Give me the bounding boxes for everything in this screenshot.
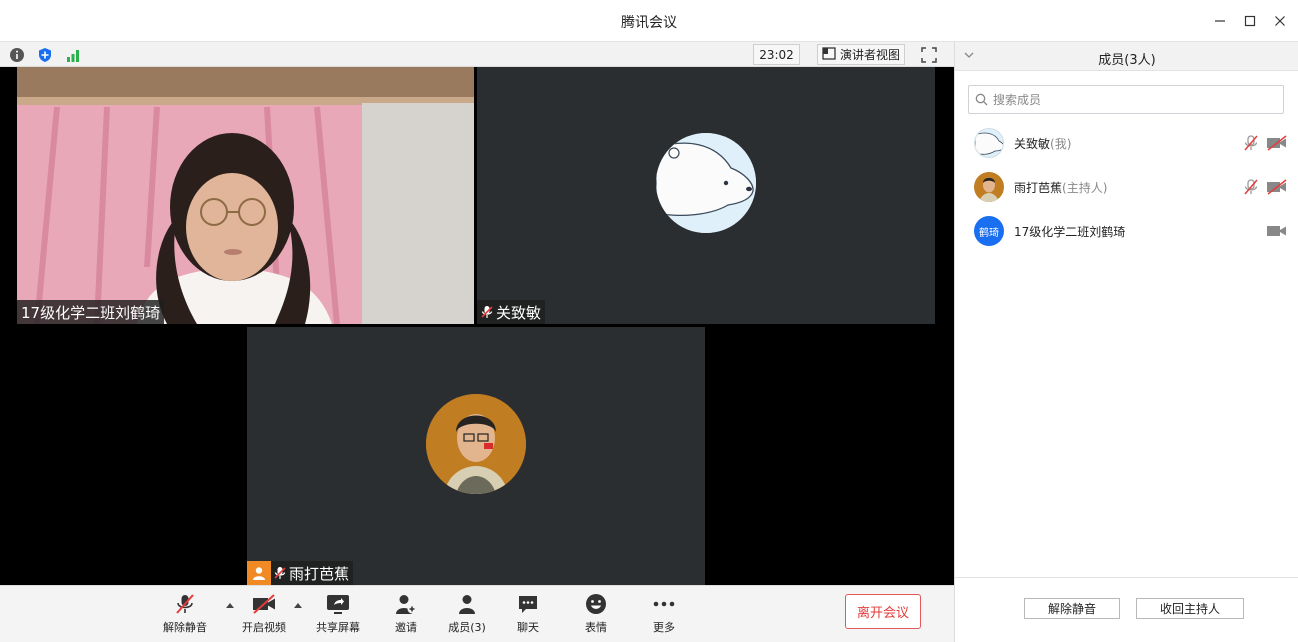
tile-name-label: 17级化学二班刘鹤琦 bbox=[17, 300, 165, 324]
mic-muted-icon bbox=[481, 306, 493, 318]
member-row[interactable]: 雨打芭蕉(主持人) bbox=[955, 165, 1298, 209]
emoji-button[interactable]: 表情 bbox=[566, 592, 626, 638]
camera-icon[interactable] bbox=[1266, 222, 1288, 240]
meeting-toolbar: 解除静音 开启视频 共享屏幕 邀请 成员(3) 聊天 表情 更多 离开会议 bbox=[0, 585, 954, 642]
chat-label: 聊天 bbox=[517, 621, 539, 634]
unmute-label: 解除静音 bbox=[163, 621, 207, 634]
member-avatar: 鹤琦 bbox=[974, 216, 1004, 246]
polar-bear-avatar bbox=[656, 133, 756, 233]
camera-off-icon[interactable] bbox=[1266, 134, 1288, 152]
member-avatar bbox=[974, 172, 1004, 202]
member-search-input[interactable] bbox=[993, 92, 1273, 107]
invite-label: 邀请 bbox=[395, 621, 417, 634]
status-bar: 23:02 演讲者视图 bbox=[0, 42, 954, 67]
mic-muted-icon[interactable] bbox=[1242, 178, 1260, 196]
invite-icon bbox=[393, 592, 419, 616]
close-icon[interactable] bbox=[1267, 8, 1293, 34]
maximize-icon[interactable] bbox=[1237, 8, 1263, 34]
more-icon bbox=[651, 592, 677, 616]
members-button[interactable]: 成员(3) bbox=[437, 592, 497, 638]
member-row[interactable]: 鹤琦 17级化学二班刘鹤琦 bbox=[955, 209, 1298, 253]
video-tile-host[interactable]: 雨打芭蕉 bbox=[247, 327, 705, 585]
chat-button[interactable]: 聊天 bbox=[498, 592, 558, 638]
shield-icon[interactable] bbox=[36, 46, 53, 63]
member-search-box[interactable] bbox=[968, 85, 1284, 114]
members-panel-footer: 解除静音 收回主持人 bbox=[955, 577, 1298, 642]
share-screen-label: 共享屏幕 bbox=[316, 621, 360, 634]
member-name: 17级化学二班刘鹤琦 bbox=[1014, 224, 1126, 239]
tile-name: 17级化学二班刘鹤琦 bbox=[21, 303, 161, 322]
video-tile-camera[interactable]: 17级化学二班刘鹤琦 bbox=[17, 67, 474, 324]
members-panel-header: 成员(3人) bbox=[955, 42, 1298, 71]
camera-off-icon[interactable] bbox=[1266, 178, 1288, 196]
member-name: 雨打芭蕉(主持人) bbox=[1014, 180, 1108, 195]
member-row[interactable]: 关致敏(我) bbox=[955, 121, 1298, 165]
share-screen-button[interactable]: 共享屏幕 bbox=[308, 592, 368, 638]
start-video-button[interactable]: 开启视频 bbox=[234, 592, 294, 638]
speaker-view-icon bbox=[822, 46, 836, 63]
leave-meeting-button[interactable]: 离开会议 bbox=[845, 594, 921, 629]
mic-muted-icon[interactable] bbox=[1242, 134, 1260, 152]
host-avatar bbox=[426, 394, 526, 494]
meeting-timer: 23:02 bbox=[753, 44, 800, 65]
unmute-button[interactable]: 解除静音 bbox=[155, 592, 215, 638]
speaker-view-button[interactable]: 演讲者视图 bbox=[817, 44, 905, 65]
unmute-all-button[interactable]: 解除静音 bbox=[1024, 598, 1120, 619]
tile-name: 雨打芭蕉 bbox=[289, 564, 350, 583]
members-label: 成员(3) bbox=[448, 621, 486, 634]
tile-name-label: 雨打芭蕉 bbox=[247, 561, 354, 585]
emoji-icon bbox=[583, 592, 609, 616]
members-panel-title: 成员(3人) bbox=[1098, 53, 1156, 68]
tile-name-label: 关致敏 bbox=[477, 300, 546, 324]
mic-muted-icon bbox=[274, 567, 286, 579]
member-avatar bbox=[974, 128, 1004, 158]
more-label: 更多 bbox=[653, 621, 675, 634]
emoji-label: 表情 bbox=[585, 621, 607, 634]
camera-off-icon bbox=[251, 592, 277, 616]
minimize-icon[interactable] bbox=[1207, 8, 1233, 34]
member-name: 关致敏(我) bbox=[1014, 136, 1072, 151]
fullscreen-icon[interactable] bbox=[918, 45, 940, 64]
members-panel: 成员(3人) 关致敏(我) 雨打芭蕉(主持人) 鹤琦 17级化学二班刘鹤琦 解除… bbox=[954, 42, 1298, 642]
tile-name: 关致敏 bbox=[496, 303, 542, 322]
share-screen-icon bbox=[325, 592, 351, 616]
mic-muted-icon bbox=[172, 592, 198, 616]
start-video-label: 开启视频 bbox=[242, 621, 286, 634]
camera-feed-image bbox=[17, 67, 474, 324]
speaker-view-label: 演讲者视图 bbox=[840, 48, 901, 62]
title-bar: 腾讯会议 bbox=[0, 0, 1298, 42]
signal-icon[interactable] bbox=[64, 46, 81, 63]
caret-up-icon[interactable] bbox=[293, 601, 303, 609]
chat-icon bbox=[515, 592, 541, 616]
window-title: 腾讯会议 bbox=[621, 15, 677, 31]
video-area: 17级化学二班刘鹤琦 关致敏 雨打芭蕉 bbox=[0, 67, 954, 585]
invite-button[interactable]: 邀请 bbox=[376, 592, 436, 638]
members-icon bbox=[454, 592, 480, 616]
reclaim-host-button[interactable]: 收回主持人 bbox=[1136, 598, 1244, 619]
info-icon[interactable] bbox=[8, 46, 25, 63]
video-tile-avatar[interactable]: 关致敏 bbox=[477, 67, 935, 324]
host-badge-icon bbox=[247, 561, 271, 585]
search-icon bbox=[975, 93, 988, 106]
more-button[interactable]: 更多 bbox=[634, 592, 694, 638]
